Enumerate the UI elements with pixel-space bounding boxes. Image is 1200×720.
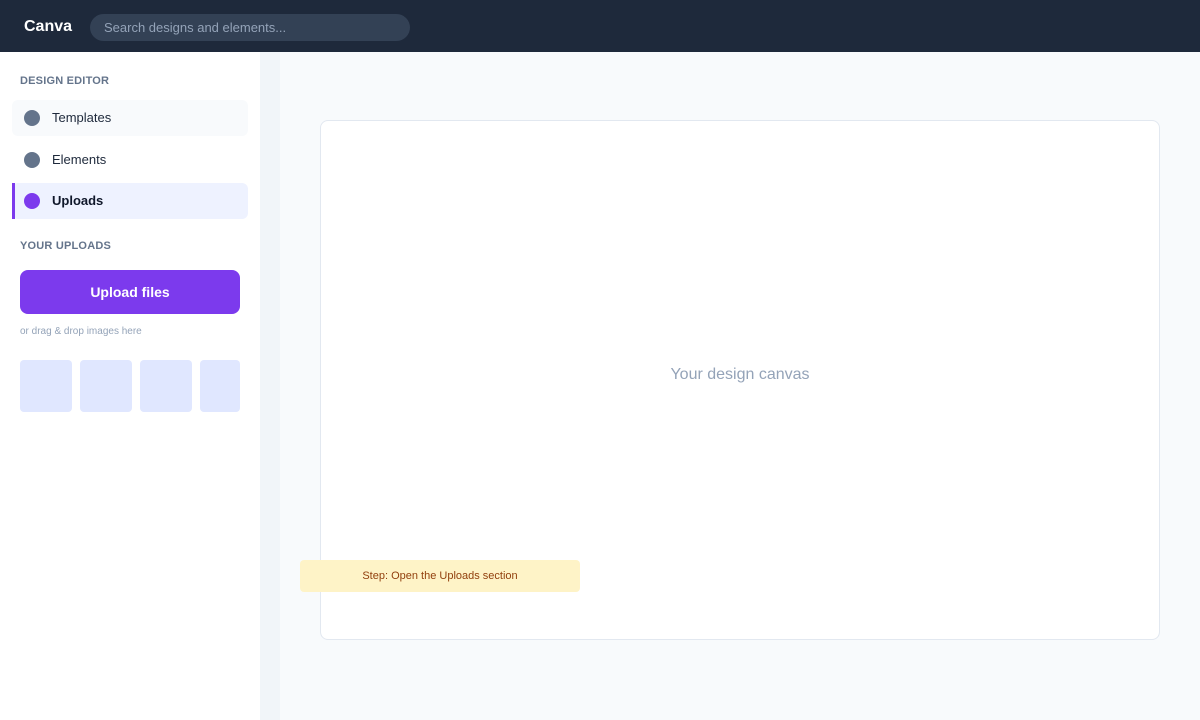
drag-drop-hint: or drag & drop images here [20,326,142,337]
section-heading-your-uploads: YOUR UPLOADS [20,240,112,252]
section-heading-design-editor: DESIGN EDITOR [20,75,110,87]
sidebar-item-label: Uploads [52,193,104,208]
upload-files-button[interactable]: Upload files [20,270,240,314]
panel-divider [260,52,280,720]
search-input[interactable] [90,14,410,41]
sidebar-item-templates[interactable]: Templates [12,100,248,136]
elements-icon [24,152,40,168]
sidebar-item-uploads[interactable]: Uploads [12,183,248,219]
uploads-icon [24,193,40,209]
sidebar: DESIGN EDITOR Templates Elements Uploads… [0,52,260,720]
upload-thumbnail[interactable] [20,360,72,412]
app-logo[interactable]: Canva [24,17,72,37]
sidebar-item-label: Elements [52,152,107,167]
templates-icon [24,110,40,126]
step-banner: Step: Open the Uploads section [300,560,580,592]
sidebar-item-label: Templates [52,110,112,125]
upload-thumbnail[interactable] [80,360,132,412]
canvas-placeholder-text: Your design canvas [670,366,810,383]
upload-thumbnail[interactable] [200,360,240,412]
top-bar: Canva [0,0,1200,52]
sidebar-item-elements[interactable]: Elements [12,142,248,178]
upload-thumbnail[interactable] [140,360,192,412]
